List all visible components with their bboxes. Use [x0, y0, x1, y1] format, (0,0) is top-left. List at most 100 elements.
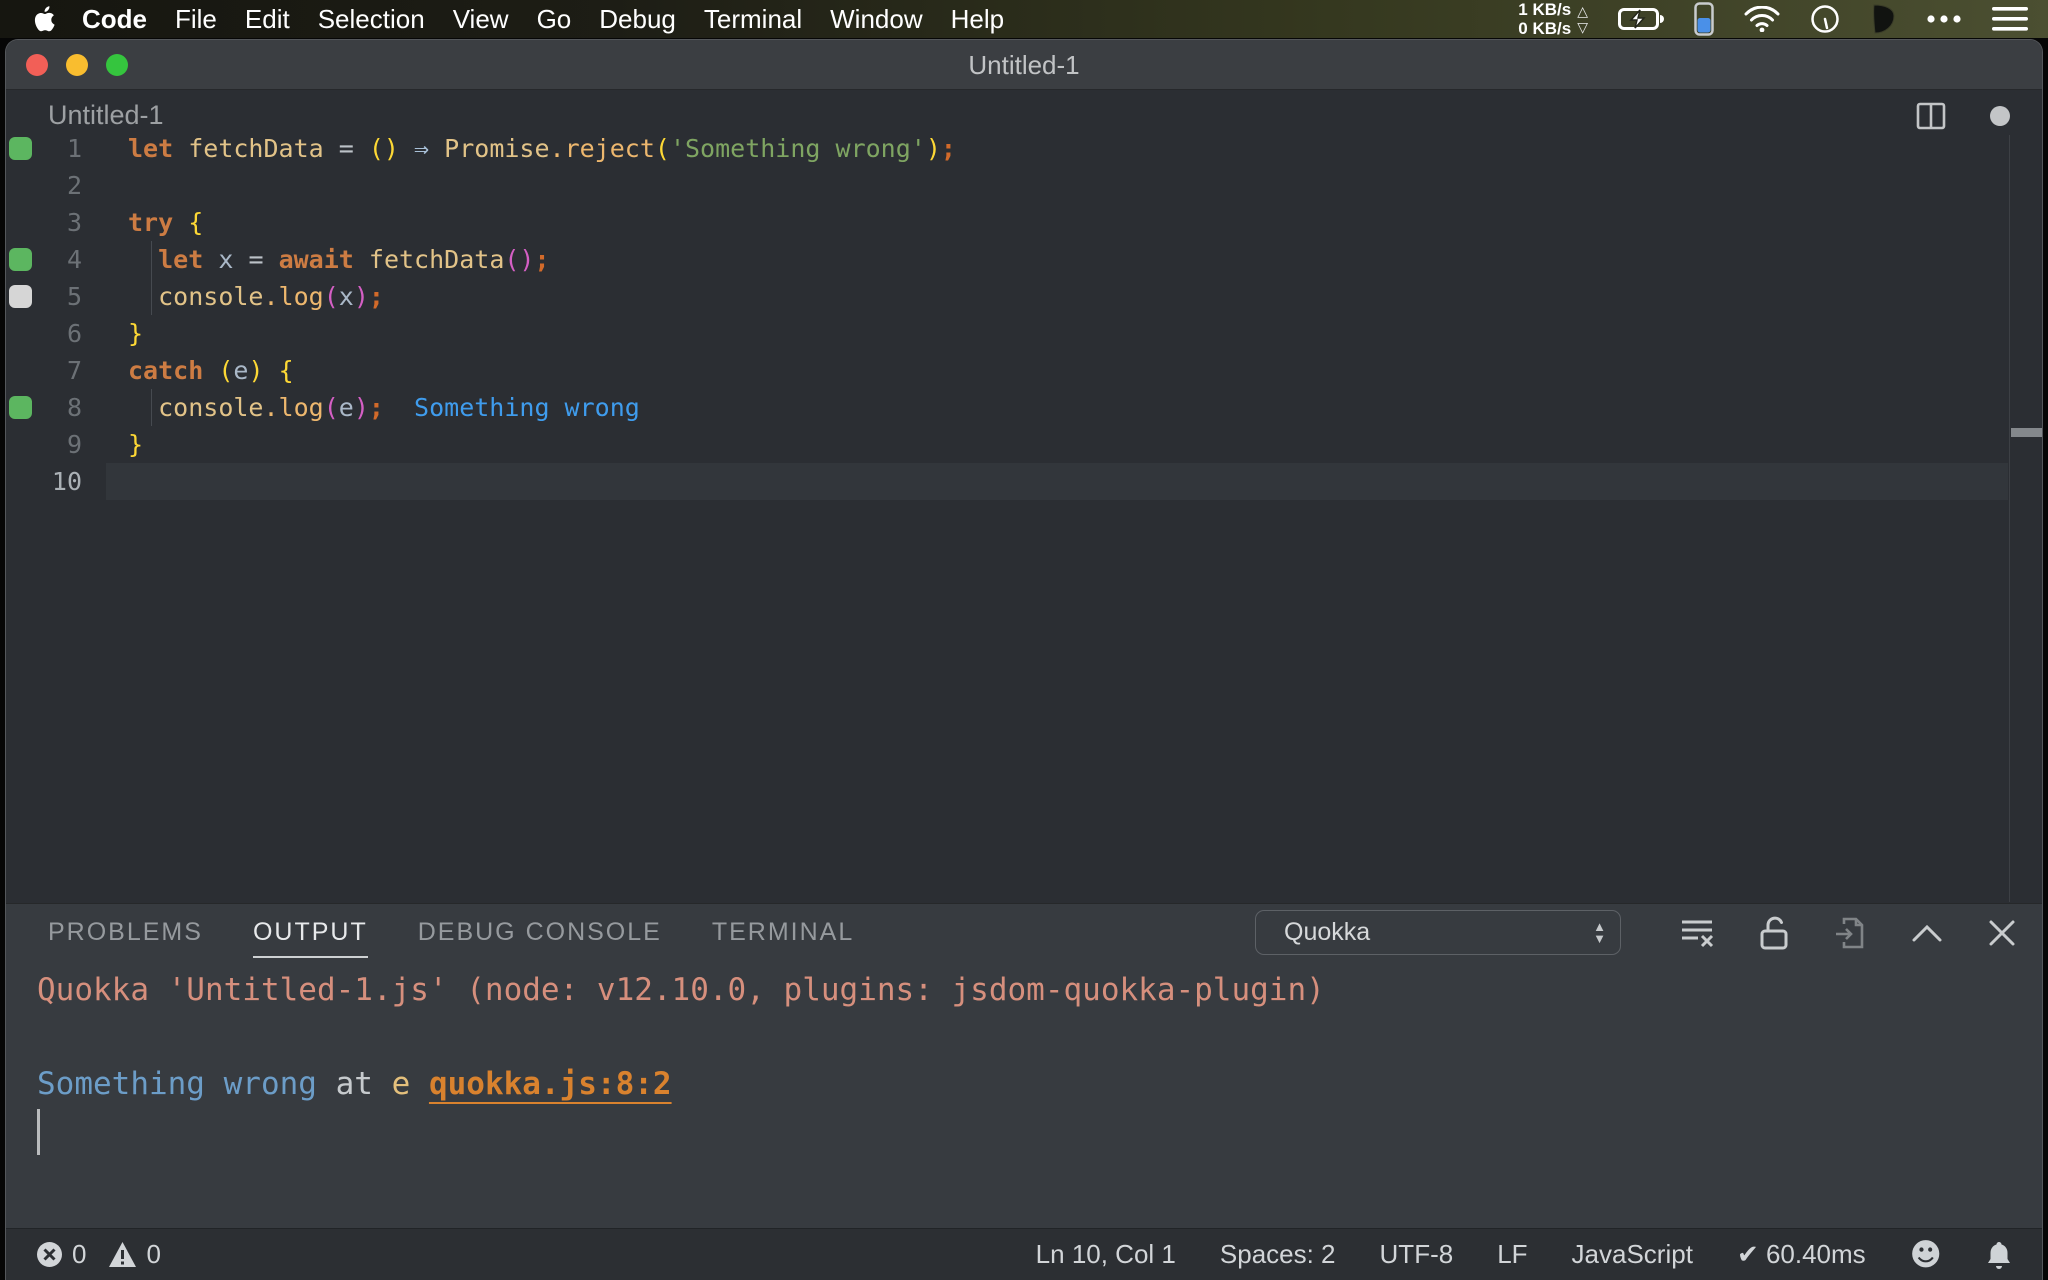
code-text: console.log(x);	[158, 282, 384, 311]
window-title: Untitled-1	[968, 50, 1080, 80]
unlock-icon[interactable]	[1759, 916, 1789, 950]
network-speed-indicator[interactable]: 1 KB/s 0 KB/s △ ▽	[1518, 0, 1588, 38]
menu-item-file[interactable]: File	[161, 4, 231, 35]
device-battery-icon[interactable]	[1694, 2, 1714, 36]
panel-actions	[1680, 910, 2016, 955]
code-line-5: 5 console.log(x);	[6, 278, 2008, 315]
code-text: try {	[128, 208, 204, 237]
errors-icon	[37, 1242, 62, 1267]
output-cursor	[37, 1109, 40, 1155]
status-right: ☻ Ln 10, Col 1 Spaces: 2 UTF-8 LF JavaScript…	[1036, 1237, 2012, 1273]
line-number: 9	[66, 430, 82, 459]
open-editor-title[interactable]: Untitled-1	[48, 100, 164, 131]
output-content[interactable]: Quokka 'Untitled-1.js' (node: v12.10.0, …	[37, 967, 1325, 1108]
upload-arrow-icon: △	[1577, 3, 1588, 19]
status-item-spaces-2[interactable]: Spaces: 2	[1220, 1239, 1336, 1270]
window-title-bar[interactable]: Untitled-1	[6, 40, 2042, 90]
open-in-editor-icon[interactable]	[1834, 916, 1866, 950]
line-number: 6	[66, 319, 82, 348]
code-line-9: 9}	[6, 426, 2008, 463]
editor-header: Untitled-1	[6, 90, 2042, 134]
output-channel-select[interactable]: Quokka ▲ ▼	[1255, 910, 1621, 955]
ellipsis-icon[interactable]	[1926, 14, 1962, 24]
code-text: let fetchData = () ⇒ Promise.reject('Som…	[128, 134, 956, 163]
vscode-window: Untitled-1 Untitled-1 1 let fetchData = (…	[6, 40, 2042, 1280]
problems-status[interactable]: 0 0	[36, 1239, 161, 1270]
upload-speed: 1 KB/s	[1518, 0, 1572, 19]
output-text: e	[391, 1066, 429, 1102]
code-text: }	[128, 319, 144, 348]
download-speed: 0 KB/s	[1518, 19, 1572, 38]
menu-item-selection[interactable]: Selection	[304, 4, 439, 35]
screen: Code File Edit Selection View Go Debug Terminal…	[0, 0, 2048, 1280]
code-line-10: 10	[6, 463, 2008, 500]
overview-ruler-cursor-mark	[2011, 428, 2042, 437]
status-bar: 0 0 ☻ Ln 10, Col 1 Spaces: 2 UTF-8 LF JavaSc…	[6, 1228, 2042, 1280]
code-text: catch (e) {	[128, 356, 294, 385]
quokka-coverage-marker	[6, 137, 36, 160]
line-number: 10	[51, 467, 82, 496]
code-text: console.log(e); Something wrong	[158, 393, 640, 422]
quokka-coverage-marker	[6, 248, 36, 271]
modified-indicator-icon[interactable]	[1990, 106, 2010, 126]
status-item-utf-8[interactable]: UTF-8	[1380, 1239, 1454, 1270]
line-number: 5	[66, 282, 82, 311]
code-line-3: 3 try {	[6, 204, 2008, 241]
gauge-icon[interactable]	[1810, 4, 1840, 34]
output-text: at	[316, 1066, 392, 1102]
list-menu-icon[interactable]	[1992, 6, 2028, 32]
menu-item-go[interactable]: Go	[523, 4, 586, 35]
code-line-2: 2	[6, 167, 2008, 204]
quokka-coverage-marker	[6, 285, 36, 308]
quokka-inline-log: Something wrong	[414, 393, 640, 422]
menu-status-area: 1 KB/s 0 KB/s △ ▽	[1518, 0, 2028, 38]
output-text: Something wrong	[37, 1066, 317, 1102]
split-editor-icon[interactable]	[1916, 102, 1946, 130]
battery-charging-icon[interactable]	[1618, 7, 1664, 31]
status-item-javascript[interactable]: JavaScript	[1572, 1239, 1693, 1270]
close-panel-icon[interactable]	[1988, 919, 2016, 947]
panel-tab-terminal[interactable]: TERMINAL	[712, 918, 854, 958]
menu-item-code[interactable]: Code	[68, 4, 161, 35]
code-line-8: 8 console.log(e); Something wrong	[6, 389, 2008, 426]
quokka-coverage-marker	[6, 396, 36, 419]
download-arrow-icon: ▽	[1577, 19, 1588, 35]
menu-item-view[interactable]: View	[439, 4, 523, 35]
notifications-bell-icon[interactable]	[1986, 1240, 2012, 1270]
maximize-panel-icon[interactable]	[1911, 923, 1943, 943]
code-text: let x = await fetchData();	[158, 245, 550, 274]
apple-icon[interactable]	[34, 5, 58, 33]
line-number: 2	[66, 171, 82, 200]
status-item-60-40ms[interactable]: ✔ 60.40ms	[1737, 1239, 1866, 1270]
code-text: }	[128, 430, 144, 459]
feedback-smiley-icon[interactable]: ☻	[1910, 1237, 1942, 1273]
panel-tab-debug-console[interactable]: DEBUG CONSOLE	[418, 918, 662, 958]
menu-item-window[interactable]: Window	[816, 4, 936, 35]
output-line: Quokka 'Untitled-1.js' (node: v12.10.0, …	[37, 967, 1325, 1014]
line-number: 1	[66, 134, 82, 163]
code-line-6: 6}	[6, 315, 2008, 352]
menu-item-debug[interactable]: Debug	[585, 4, 690, 35]
code-editor[interactable]: 1 let fetchData = () ⇒ Promise.reject('So…	[6, 130, 2008, 500]
code-line-7: 7 catch (e) {	[6, 352, 2008, 389]
panel-tab-output[interactable]: OUTPUT	[252, 918, 368, 958]
line-number: 3	[66, 208, 82, 237]
bottom-panel: PROBLEMS OUTPUT DEBUG CONSOLE TERMINAL Quok…	[6, 903, 2042, 1228]
menu-item-help[interactable]: Help	[937, 4, 1018, 35]
code-line-1: 1 let fetchData = () ⇒ Promise.reject('So…	[6, 130, 2008, 167]
menu-item-edit[interactable]: Edit	[231, 4, 304, 35]
panel-tab-problems[interactable]: PROBLEMS	[48, 918, 203, 958]
output-source-link[interactable]: quokka.js:8:2	[429, 1066, 672, 1102]
overview-ruler	[2009, 135, 2010, 902]
menu-item-terminal[interactable]: Terminal	[690, 4, 816, 35]
select-arrows-icon: ▲ ▼	[1593, 918, 1606, 946]
panel-tabs: PROBLEMS OUTPUT DEBUG CONSOLE TERMINAL	[48, 918, 854, 958]
menu-items: Code File Edit Selection View Go Debug Terminal…	[68, 4, 1018, 35]
pointer-shield-icon[interactable]	[1870, 4, 1896, 34]
status-item-lf[interactable]: LF	[1497, 1239, 1527, 1270]
clear-output-icon[interactable]	[1680, 917, 1714, 949]
line-number: 8	[66, 393, 82, 422]
status-item-ln-10-col-1[interactable]: Ln 10, Col 1	[1036, 1239, 1176, 1270]
wifi-icon[interactable]	[1744, 6, 1780, 32]
line-number: 4	[66, 245, 82, 274]
